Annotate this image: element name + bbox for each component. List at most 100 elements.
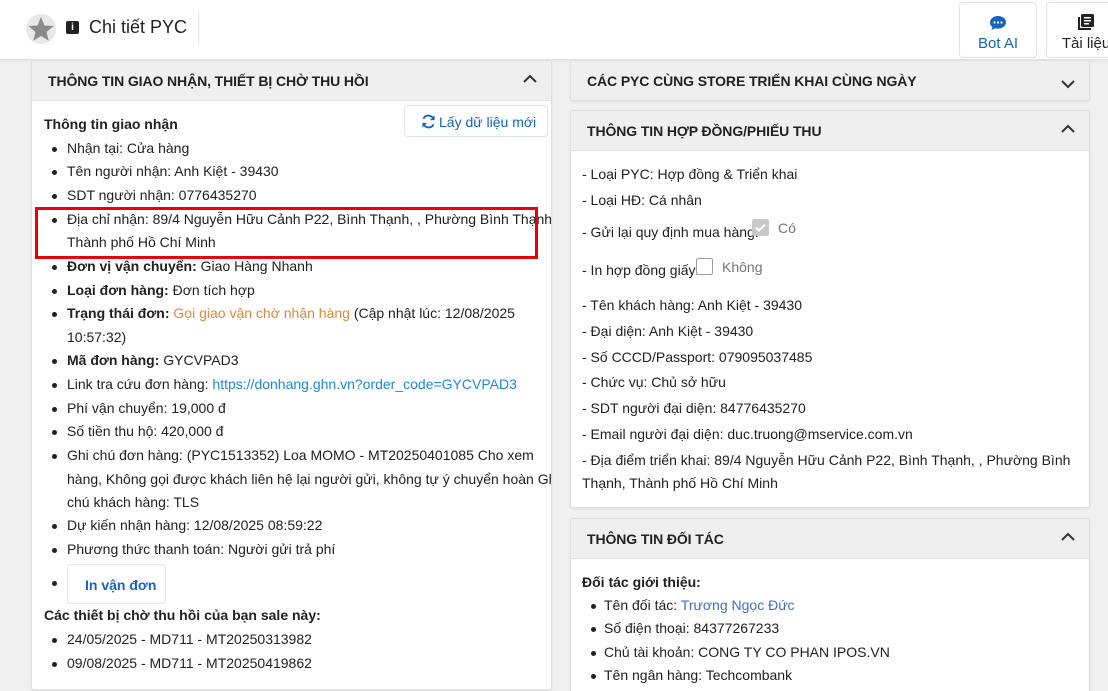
bullet [591,627,596,632]
panel-header[interactable]: THÔNG TIN HỢP ĐỒNG/PHIẾU THU [571,111,1089,151]
device-item: 24/05/2025 - MD711 - MT20250313982 [67,631,312,647]
list-item: Tên đối tác: Trương Ngọc Đức [604,597,795,613]
panel-header[interactable]: CÁC PYC CÙNG STORE TRIỂN KHAI CÙNG NGÀY [571,61,1089,100]
info-line: - Chức vụ: Chủ sở hữu [582,374,726,390]
bullet [52,638,57,643]
bullet [52,170,57,175]
bot-ai-label: Bot AI [977,35,1019,52]
note-cont: hàng, Không gọi được khách liên hệ lại n… [67,471,552,487]
bullet [52,548,57,553]
bullet [591,604,596,609]
item-label: Mã đơn hàng: [67,352,160,368]
item-label: Đơn vị vận chuyển: [67,258,197,274]
list-item: Đơn vị vận chuyển: Giao Hàng Nhanh [67,258,313,274]
list-item: Link tra cứu đơn hàng: https://donhang.g… [67,376,517,392]
refresh-data-button[interactable]: Lấy dữ liệu mới [404,105,548,137]
list-item: Phương thức thanh toán: Người gửi trả ph… [67,541,336,557]
chevron-down-icon[interactable] [1057,73,1079,95]
panel-title: THÔNG TIN ĐỐI TÁC [587,531,724,547]
bullet [52,265,57,270]
star-logo-icon [26,14,56,44]
checkbox-label: Không [722,259,763,275]
item-label: Loại đơn hàng: [67,282,169,298]
bullet [52,312,57,317]
refresh-icon [422,114,435,129]
section-title: Thông tin giao nhận [44,116,178,132]
list-item: Số tiền thu hộ: 420,000 đ [67,423,224,439]
checkbox-label: Có [778,220,796,236]
bullet [591,651,596,656]
panel-title: THÔNG TIN GIAO NHẬN, THIẾT BỊ CHỜ THU HỒ… [48,73,369,89]
list-item: Chủ tài khoản: CONG TY CO PHAN IPOS.VN [604,644,890,660]
bullet [591,674,596,679]
list-item: Tên người nhận: Anh Kiệt - 39430 [67,163,279,179]
print-contract-checkbox[interactable] [696,258,713,275]
bullet [52,147,57,152]
note-cont: chú khách hàng: TLS [67,494,200,510]
same-store-pyc-panel: CÁC PYC CÙNG STORE TRIỂN KHAI CÙNG NGÀY [570,60,1090,101]
devices-title: Các thiết bị chờ thu hồi của bạn sale nà… [44,607,321,623]
panel-title: CÁC PYC CÙNG STORE TRIỂN KHAI CÙNG NGÀY [587,73,917,89]
list-item: Dự kiến nhận hàng: 12/08/2025 08:59:22 [67,517,323,533]
partner-info-panel: THÔNG TIN ĐỐI TÁC Đối tác giới thiệu: Tê… [570,518,1090,691]
item-label: Tên đối tác: [604,597,681,613]
book-icon [1047,13,1108,31]
bullet [52,407,57,412]
info-line: - SDT người đại diện: 84776435270 [582,400,806,416]
bullet [52,383,57,388]
info-line: - Đại diện: Anh Kiệt - 39430 [582,323,754,339]
status-value: Gọi giao vận chờ nhận hàng [173,305,350,321]
list-item: Tên ngân hàng: Techcombank [604,667,793,683]
status-note: (Cập nhật lúc: 12/08/2025 [349,305,515,321]
docs-button[interactable]: Tài liệu [1046,2,1108,58]
tracking-link[interactable]: https://donhang.ghn.vn?order_code=GYCVPA… [212,376,516,392]
list-item: Nhận tại: Cửa hàng [67,140,190,156]
item-value: GYCVPAD3 [159,352,239,368]
bullet [52,194,57,199]
panel-header[interactable]: THÔNG TIN GIAO NHẬN, THIẾT BỊ CHỜ THU HỒ… [32,61,551,101]
info-line: - Loại HĐ: Cá nhân [582,192,702,208]
refresh-label: Lấy dữ liệu mới [439,114,537,130]
info-line: - Số CCCD/Passport: 079095037485 [582,349,813,365]
resend-checkbox[interactable] [752,219,769,236]
chevron-up-icon[interactable] [1057,527,1079,549]
chevron-up-icon[interactable] [1057,119,1079,141]
device-item: 09/08/2025 - MD711 - MT20250419862 [67,655,312,671]
print-waybill-button[interactable]: In vận đơn [67,564,166,604]
info-line: - Gửi lại quy định mua hàng: [582,224,759,240]
list-item-note: Ghi chú đơn hàng: (PYC1513352) Loa MOMO … [67,447,534,463]
docs-label: Tài liệu [1061,35,1108,52]
info-line: - Loại PYC: Hợp đồng & Triển khai [582,166,798,182]
divider [198,12,199,44]
page-title: Chi tiết PYC [89,17,188,37]
top-bar: i Chi tiết PYC Bot AI Tài liệu [0,0,1108,60]
chat-bubble-icon [960,15,1036,31]
bot-ai-button[interactable]: Bot AI [959,2,1037,58]
list-item: Mã đơn hàng: GYCVPAD3 [67,352,239,368]
info-line: - Email người đại diện: duc.truong@mserv… [582,426,913,442]
status-time: 10:57:32) [67,329,127,345]
bullet [52,524,57,529]
list-item: Loại đơn hàng: Đơn tích hợp [67,282,255,298]
info-line: - Địa điểm triển khai: 89/4 Nguyễn Hữu C… [582,452,1071,468]
chevron-up-icon[interactable] [519,69,541,91]
bullet [52,581,57,586]
section-title: Đối tác giới thiệu: [582,574,701,590]
panel-title: THÔNG TIN HỢP ĐỒNG/PHIẾU THU [587,123,822,139]
info-line: - In hợp đồng giấy: [582,262,700,278]
item-value: Đơn tích hợp [168,282,255,298]
highlight-box [35,207,538,259]
list-item-status: Trạng thái đơn: Gọi giao vận chờ nhận hà… [67,305,515,321]
delivery-info-panel: THÔNG TIN GIAO NHẬN, THIẾT BỊ CHỜ THU HỒ… [31,60,552,690]
print-label: In vận đơn [85,577,157,593]
bullet [52,454,57,459]
info-icon: i [66,21,79,34]
bullet [52,289,57,294]
panel-header[interactable]: THÔNG TIN ĐỐI TÁC [571,519,1089,559]
partner-name-link[interactable]: Trương Ngọc Đức [681,597,795,613]
item-label: Link tra cứu đơn hàng: [67,376,213,392]
info-line: - Tên khách hàng: Anh Kiệt - 39430 [582,297,803,313]
info-line: Thạnh, Thành phố Hồ Chí Minh [582,475,778,491]
list-item: Phí vận chuyển: 19,000 đ [67,400,226,416]
list-item: Số điện thoại: 84377267233 [604,620,780,636]
